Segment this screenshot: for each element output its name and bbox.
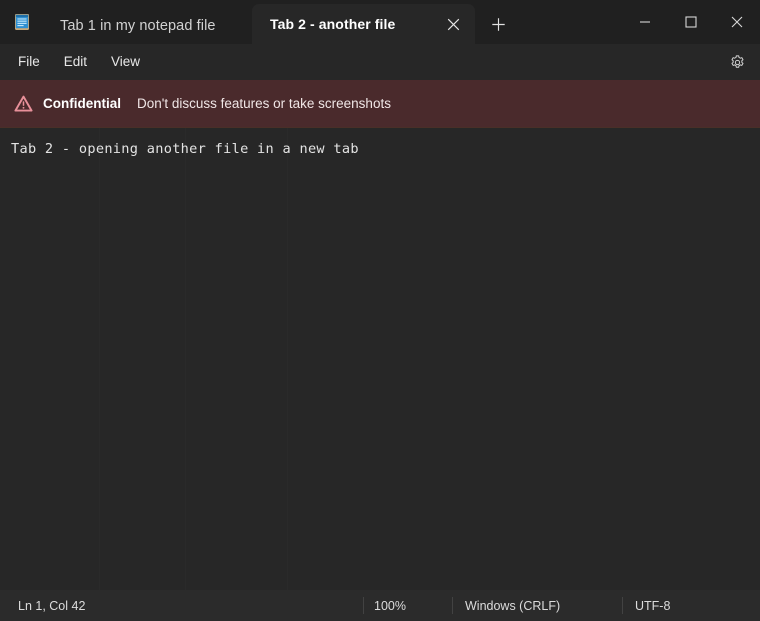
- close-window-icon: [731, 16, 743, 28]
- warning-triangle-icon: [12, 93, 34, 115]
- editor-seam: [99, 128, 100, 590]
- menu-bar: File Edit View: [0, 44, 760, 80]
- editor-seam: [287, 128, 288, 590]
- minimize-button[interactable]: [622, 0, 668, 44]
- status-encoding[interactable]: UTF-8: [635, 590, 670, 621]
- close-window-button[interactable]: [714, 0, 760, 44]
- settings-button[interactable]: [723, 49, 751, 75]
- editor-seam: [185, 128, 186, 590]
- menu-item-file[interactable]: File: [6, 50, 52, 74]
- status-cursor-position[interactable]: Ln 1, Col 42: [18, 590, 85, 621]
- tab-item-2[interactable]: Tab 2 - another file: [252, 4, 475, 44]
- banner-label: Confidential: [43, 96, 121, 111]
- plus-icon: [491, 17, 506, 32]
- new-tab-button[interactable]: [481, 7, 515, 41]
- notepad-icon: [13, 13, 31, 31]
- status-divider: [363, 597, 364, 614]
- status-line-endings[interactable]: Windows (CRLF): [465, 590, 560, 621]
- warning-glyph: [14, 95, 33, 113]
- tab-title: Tab 1 in my notepad file: [60, 18, 240, 34]
- tab-title: Tab 2 - another file: [270, 16, 435, 32]
- text-editor[interactable]: Tab 2 - opening another file in a new ta…: [0, 128, 760, 590]
- editor-content: Tab 2 - opening another file in a new ta…: [11, 141, 359, 157]
- title-bar: Tab 1 in my notepad file Tab 2 - another…: [0, 0, 760, 44]
- close-glyph: [447, 18, 460, 31]
- tab-item-1[interactable]: Tab 1 in my notepad file: [44, 8, 252, 44]
- status-divider: [452, 597, 453, 614]
- notepad-window: Tab 1 in my notepad file Tab 2 - another…: [0, 0, 760, 621]
- gear-icon: [729, 54, 746, 71]
- confidential-banner: Confidential Don't discuss features or t…: [0, 80, 760, 128]
- tab-strip: Tab 1 in my notepad file Tab 2 - another…: [44, 0, 515, 44]
- menu-item-view[interactable]: View: [99, 50, 152, 74]
- minimize-icon: [639, 16, 651, 28]
- menu-item-edit[interactable]: Edit: [52, 50, 99, 74]
- window-controls: [622, 0, 760, 44]
- status-zoom[interactable]: 100%: [374, 590, 406, 621]
- status-bar: Ln 1, Col 42 100% Windows (CRLF) UTF-8: [0, 590, 760, 621]
- close-icon[interactable]: [439, 10, 467, 38]
- maximize-button[interactable]: [668, 0, 714, 44]
- banner-message: Don't discuss features or take screensho…: [137, 96, 391, 111]
- status-divider: [622, 597, 623, 614]
- maximize-icon: [685, 16, 697, 28]
